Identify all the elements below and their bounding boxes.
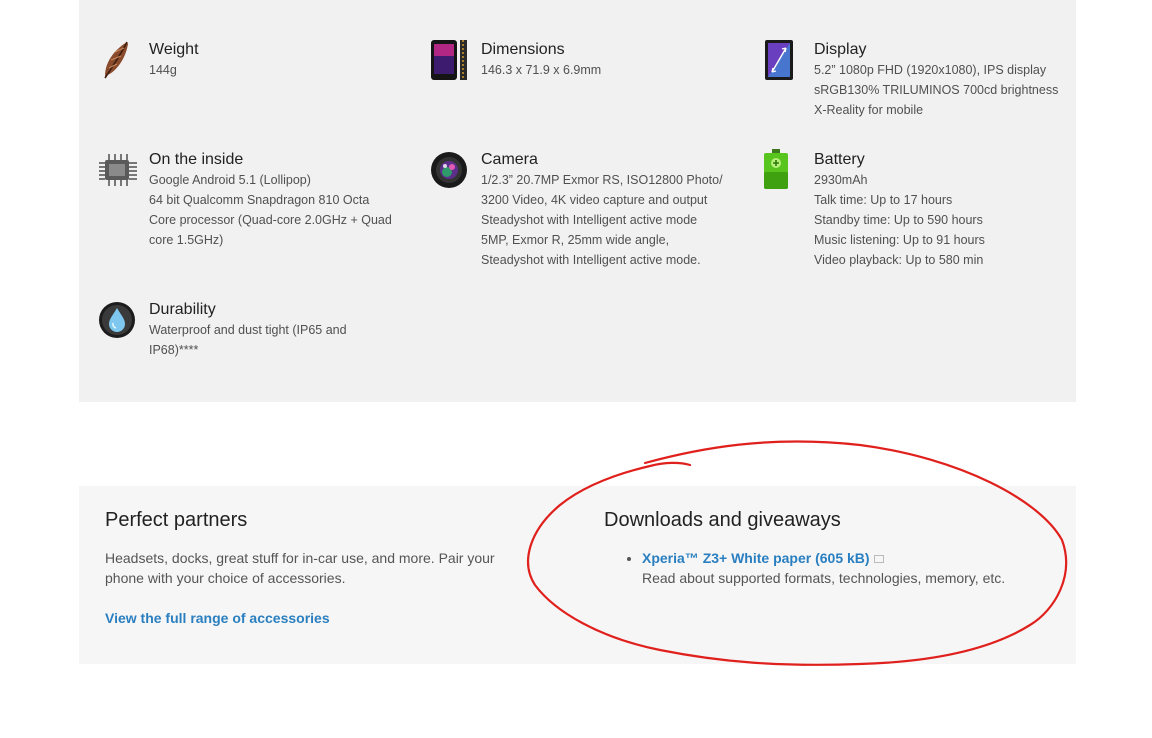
spec-line: Video playback: Up to 580 min (814, 253, 984, 267)
spec-title: Dimensions (481, 41, 565, 58)
spec-line: Talk time: Up to 17 hours (814, 193, 953, 207)
spec-line: sRGB130% TRILUMINOS 700cd brightness (814, 83, 1059, 97)
downloads-giveaways: Downloads and giveaways Xperia™ Z3+ Whit… (604, 508, 1024, 588)
perfect-partners-heading: Perfect partners (105, 509, 248, 531)
spec-line: 144g (149, 63, 177, 77)
water-drop-icon (99, 302, 135, 338)
spec-line: Core processor (Quad-core 2.0GHz + Quad (149, 213, 392, 227)
spec-line: 2930mAh (814, 173, 868, 187)
spec-line: Steadyshot with Intelligent active mode (481, 213, 698, 227)
spec-title: Display (814, 41, 867, 58)
chip-icon (99, 154, 137, 186)
downloads-list: Xperia™ Z3+ White paper (605 kB) Read ab… (604, 548, 1024, 588)
spec-line: Music listening: Up to 91 hours (814, 233, 985, 247)
perfect-partners: Perfect partners Headsets, docks, great … (105, 508, 525, 626)
spec-line: Google Android 5.1 (Lollipop) (149, 173, 311, 187)
camera-lens-icon (431, 152, 467, 188)
spec-title: Camera (481, 151, 538, 168)
spec-title: Durability (149, 301, 216, 318)
spec-line: Steadyshot with Intelligent active mode. (481, 253, 701, 267)
spec-line: core 1.5GHz) (149, 233, 224, 247)
partners-downloads-section: Perfect partners Headsets, docks, great … (79, 486, 1076, 664)
spec-line: IP68)**** (149, 343, 199, 357)
spec-line: 146.3 x 71.9 x 6.9mm (481, 63, 602, 77)
external-file-icon (873, 555, 884, 564)
spec-title: Battery (814, 151, 865, 168)
spec-line: X-Reality for mobile (814, 103, 924, 117)
phone-icon (431, 40, 467, 80)
white-paper-link[interactable]: Xperia™ Z3+ White paper (605 kB) (642, 550, 870, 566)
feather-icon (104, 41, 128, 79)
battery-icon (764, 149, 788, 189)
downloads-heading: Downloads and giveaways (604, 509, 841, 531)
specifications-section: Weight 144g Dimensions 146.3 x 71.9 x 6.… (79, 0, 1076, 402)
spec-line: 5.2” 1080p FHD (1920x1080), IPS display (814, 63, 1047, 77)
spec-line: Standby time: Up to 590 hours (814, 213, 983, 227)
list-item: Xperia™ Z3+ White paper (605 kB) Read ab… (642, 548, 1024, 588)
spec-title: Weight (149, 41, 199, 58)
spec-line: 5MP, Exmor R, 25mm wide angle, (481, 233, 670, 247)
spec-line: Waterproof and dust tight (IP65 and (149, 323, 347, 337)
perfect-partners-description: Headsets, docks, great stuff for in-car … (105, 550, 495, 586)
spec-line: 64 bit Qualcomm Snapdragon 810 Octa (149, 193, 370, 207)
accessories-link[interactable]: View the full range of accessories (105, 610, 525, 626)
spec-line: 1/2.3” 20.7MP Exmor RS, ISO12800 Photo/ (481, 173, 723, 187)
display-icon (765, 40, 793, 80)
spec-line: 3200 Video, 4K video capture and output (481, 193, 708, 207)
white-paper-description: Read about supported formats, technologi… (642, 570, 1006, 586)
spec-title: On the inside (149, 151, 244, 168)
